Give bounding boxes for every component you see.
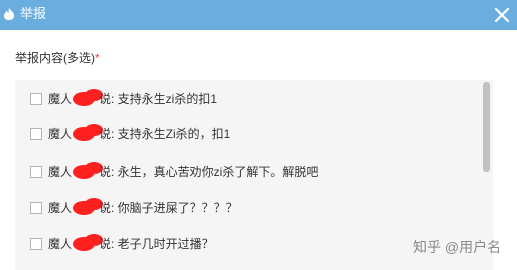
option-comment-text: 说: 支持永生Zi杀的，扣1: [99, 127, 231, 141]
option-user-name: 魔人: [48, 127, 73, 141]
option-comment-text: 说: 永生，真心苦劝你zi杀了解下。解脱吧: [99, 165, 319, 179]
close-button[interactable]: [490, 3, 514, 27]
report-dialog: 举报 举报内容(多选)* 魔人 说: 支持永生zi杀的扣1 魔人 说: 支持永生…: [0, 0, 517, 270]
report-option[interactable]: 魔人 说: 你脑子进屎了？？？？: [15, 197, 475, 219]
option-user-name: 魔人: [48, 165, 73, 179]
dialog-title: 举报: [20, 6, 47, 21]
report-option[interactable]: 魔人 说: 支持永生zi杀的扣1: [15, 88, 475, 110]
option-checkbox[interactable]: [30, 238, 42, 250]
dialog-titlebar: 举报: [0, 0, 517, 30]
option-user-name: 魔人: [48, 92, 73, 106]
report-option[interactable]: 魔人 说: 老子几时开过播？: [15, 233, 475, 255]
report-option[interactable]: 魔人 说: 支持永生Zi杀的，扣1: [15, 123, 475, 145]
option-checkbox[interactable]: [30, 128, 42, 140]
option-checkbox[interactable]: [30, 166, 42, 178]
report-content-label-text: 举报内容(多选): [15, 51, 95, 65]
report-content-label: 举报内容(多选)*: [15, 50, 100, 66]
option-comment-text: 说: 你脑子进屎了？？？？: [99, 201, 238, 215]
option-user-name: 魔人: [48, 237, 73, 251]
fire-icon: [2, 7, 16, 21]
options-scrollbar-thumb[interactable]: [483, 82, 490, 172]
option-comment-text: 说: 支持永生zi杀的扣1: [99, 92, 218, 106]
option-checkbox[interactable]: [30, 202, 42, 214]
required-star: *: [95, 51, 100, 65]
watermark: 知乎 @用户名: [413, 239, 502, 255]
option-checkbox[interactable]: [30, 93, 42, 105]
option-user-name: 魔人: [48, 201, 73, 215]
close-icon: [490, 7, 514, 31]
option-comment-text: 说: 老子几时开过播？: [99, 237, 214, 251]
report-option[interactable]: 魔人 说: 永生，真心苦劝你zi杀了解下。解脱吧: [15, 161, 475, 183]
